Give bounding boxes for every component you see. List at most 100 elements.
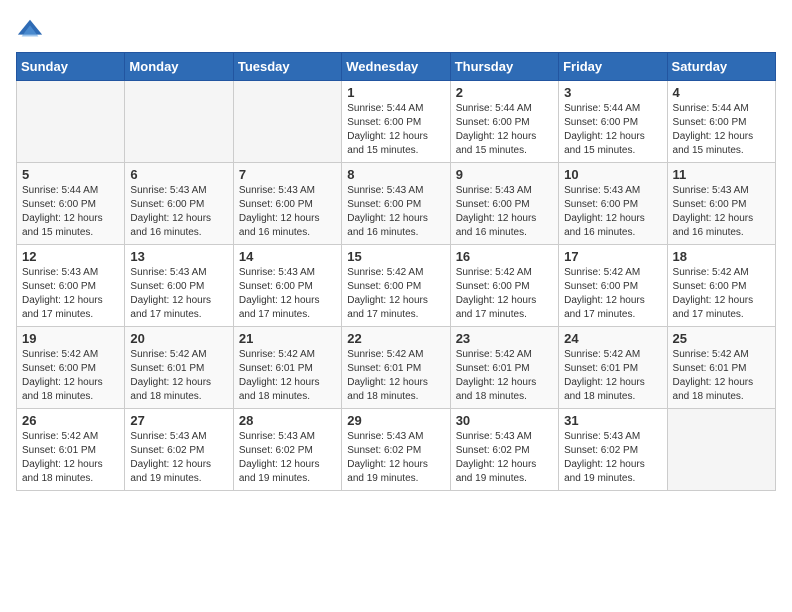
calendar-cell: 17 Sunrise: 5:42 AM Sunset: 6:00 PM Dayli… (559, 245, 667, 327)
day-number: 19 (22, 331, 119, 346)
calendar-cell: 5 Sunrise: 5:44 AM Sunset: 6:00 PM Daylig… (17, 163, 125, 245)
calendar-cell: 14 Sunrise: 5:43 AM Sunset: 6:00 PM Dayli… (233, 245, 341, 327)
day-number: 5 (22, 167, 119, 182)
day-info: Sunrise: 5:43 AM Sunset: 6:00 PM Dayligh… (239, 266, 336, 322)
calendar-cell: 13 Sunrise: 5:43 AM Sunset: 6:00 PM Dayli… (125, 245, 233, 327)
weekday-header-tuesday: Tuesday (233, 53, 341, 81)
day-info: Sunrise: 5:43 AM Sunset: 6:00 PM Dayligh… (347, 184, 444, 240)
calendar-cell: 20 Sunrise: 5:42 AM Sunset: 6:01 PM Dayli… (125, 327, 233, 409)
day-info: Sunrise: 5:42 AM Sunset: 6:01 PM Dayligh… (456, 348, 553, 404)
day-number: 23 (456, 331, 553, 346)
day-info: Sunrise: 5:43 AM Sunset: 6:00 PM Dayligh… (130, 184, 227, 240)
day-number: 26 (22, 413, 119, 428)
calendar-cell: 1Sunrise: 5:44 AM Sunset: 6:00 PM Daylig… (342, 81, 450, 163)
calendar-cell: 29 Sunrise: 5:43 AM Sunset: 6:02 PM Dayli… (342, 409, 450, 491)
day-number: 12 (22, 249, 119, 264)
calendar: SundayMondayTuesdayWednesdayThursdayFrid… (16, 52, 776, 491)
weekday-header-sunday: Sunday (17, 53, 125, 81)
calendar-cell: 25Sunrise: 5:42 AM Sunset: 6:01 PM Dayli… (667, 327, 775, 409)
day-info: Sunrise: 5:43 AM Sunset: 6:02 PM Dayligh… (130, 430, 227, 486)
weekday-header-row: SundayMondayTuesdayWednesdayThursdayFrid… (17, 53, 776, 81)
day-info: Sunrise: 5:44 AM Sunset: 6:00 PM Dayligh… (673, 102, 770, 158)
calendar-cell: 22Sunrise: 5:42 AM Sunset: 6:01 PM Dayli… (342, 327, 450, 409)
day-number: 16 (456, 249, 553, 264)
day-number: 10 (564, 167, 661, 182)
day-number: 14 (239, 249, 336, 264)
calendar-cell: 16 Sunrise: 5:42 AM Sunset: 6:00 PM Dayli… (450, 245, 558, 327)
calendar-cell: 30 Sunrise: 5:43 AM Sunset: 6:02 PM Dayli… (450, 409, 558, 491)
weekday-header-friday: Friday (559, 53, 667, 81)
day-info: Sunrise: 5:43 AM Sunset: 6:00 PM Dayligh… (456, 184, 553, 240)
day-number: 8 (347, 167, 444, 182)
day-info: Sunrise: 5:42 AM Sunset: 6:01 PM Dayligh… (22, 430, 119, 486)
day-number: 18 (673, 249, 770, 264)
day-info: Sunrise: 5:43 AM Sunset: 6:02 PM Dayligh… (456, 430, 553, 486)
day-number: 30 (456, 413, 553, 428)
day-info: Sunrise: 5:43 AM Sunset: 6:00 PM Dayligh… (239, 184, 336, 240)
calendar-cell: 21 Sunrise: 5:42 AM Sunset: 6:01 PM Dayli… (233, 327, 341, 409)
day-info: Sunrise: 5:42 AM Sunset: 6:01 PM Dayligh… (130, 348, 227, 404)
day-number: 13 (130, 249, 227, 264)
day-number: 9 (456, 167, 553, 182)
calendar-cell (667, 409, 775, 491)
day-info: Sunrise: 5:43 AM Sunset: 6:02 PM Dayligh… (564, 430, 661, 486)
day-number: 4 (673, 85, 770, 100)
calendar-cell: 2 Sunrise: 5:44 AM Sunset: 6:00 PM Daylig… (450, 81, 558, 163)
logo (16, 16, 48, 44)
day-info: Sunrise: 5:42 AM Sunset: 6:00 PM Dayligh… (456, 266, 553, 322)
day-number: 21 (239, 331, 336, 346)
calendar-week-2: 5 Sunrise: 5:44 AM Sunset: 6:00 PM Daylig… (17, 163, 776, 245)
day-info: Sunrise: 5:44 AM Sunset: 6:00 PM Dayligh… (22, 184, 119, 240)
calendar-cell: 6 Sunrise: 5:43 AM Sunset: 6:00 PM Daylig… (125, 163, 233, 245)
day-info: Sunrise: 5:44 AM Sunset: 6:00 PM Dayligh… (456, 102, 553, 158)
calendar-cell: 8 Sunrise: 5:43 AM Sunset: 6:00 PM Daylig… (342, 163, 450, 245)
day-info: Sunrise: 5:42 AM Sunset: 6:00 PM Dayligh… (22, 348, 119, 404)
calendar-cell: 19 Sunrise: 5:42 AM Sunset: 6:00 PM Dayli… (17, 327, 125, 409)
day-number: 20 (130, 331, 227, 346)
calendar-cell: 3Sunrise: 5:44 AM Sunset: 6:00 PM Daylig… (559, 81, 667, 163)
day-info: Sunrise: 5:43 AM Sunset: 6:02 PM Dayligh… (347, 430, 444, 486)
day-info: Sunrise: 5:42 AM Sunset: 6:01 PM Dayligh… (673, 348, 770, 404)
calendar-cell: 31Sunrise: 5:43 AM Sunset: 6:02 PM Dayli… (559, 409, 667, 491)
calendar-cell: 15 Sunrise: 5:42 AM Sunset: 6:00 PM Dayli… (342, 245, 450, 327)
day-info: Sunrise: 5:42 AM Sunset: 6:00 PM Dayligh… (673, 266, 770, 322)
calendar-cell: 26 Sunrise: 5:42 AM Sunset: 6:01 PM Dayli… (17, 409, 125, 491)
day-number: 2 (456, 85, 553, 100)
day-info: Sunrise: 5:43 AM Sunset: 6:00 PM Dayligh… (673, 184, 770, 240)
weekday-header-wednesday: Wednesday (342, 53, 450, 81)
weekday-header-monday: Monday (125, 53, 233, 81)
day-number: 6 (130, 167, 227, 182)
day-info: Sunrise: 5:42 AM Sunset: 6:01 PM Dayligh… (564, 348, 661, 404)
day-info: Sunrise: 5:43 AM Sunset: 6:00 PM Dayligh… (564, 184, 661, 240)
calendar-cell: 10 Sunrise: 5:43 AM Sunset: 6:00 PM Dayli… (559, 163, 667, 245)
calendar-cell: 24Sunrise: 5:42 AM Sunset: 6:01 PM Dayli… (559, 327, 667, 409)
day-number: 29 (347, 413, 444, 428)
calendar-week-3: 12 Sunrise: 5:43 AM Sunset: 6:00 PM Dayli… (17, 245, 776, 327)
day-info: Sunrise: 5:42 AM Sunset: 6:00 PM Dayligh… (564, 266, 661, 322)
calendar-cell (17, 81, 125, 163)
calendar-cell: 12 Sunrise: 5:43 AM Sunset: 6:00 PM Dayli… (17, 245, 125, 327)
day-info: Sunrise: 5:43 AM Sunset: 6:00 PM Dayligh… (22, 266, 119, 322)
day-number: 17 (564, 249, 661, 264)
day-info: Sunrise: 5:42 AM Sunset: 6:00 PM Dayligh… (347, 266, 444, 322)
day-number: 27 (130, 413, 227, 428)
day-info: Sunrise: 5:43 AM Sunset: 6:02 PM Dayligh… (239, 430, 336, 486)
day-number: 11 (673, 167, 770, 182)
day-info: Sunrise: 5:43 AM Sunset: 6:00 PM Dayligh… (130, 266, 227, 322)
calendar-cell: 28 Sunrise: 5:43 AM Sunset: 6:02 PM Dayli… (233, 409, 341, 491)
calendar-cell: 7 Sunrise: 5:43 AM Sunset: 6:00 PM Daylig… (233, 163, 341, 245)
day-info: Sunrise: 5:42 AM Sunset: 6:01 PM Dayligh… (239, 348, 336, 404)
calendar-cell: 4 Sunrise: 5:44 AM Sunset: 6:00 PM Daylig… (667, 81, 775, 163)
day-info: Sunrise: 5:44 AM Sunset: 6:00 PM Dayligh… (564, 102, 661, 158)
logo-icon (16, 16, 44, 44)
calendar-cell (125, 81, 233, 163)
day-number: 7 (239, 167, 336, 182)
day-number: 22 (347, 331, 444, 346)
day-number: 15 (347, 249, 444, 264)
weekday-header-saturday: Saturday (667, 53, 775, 81)
day-number: 28 (239, 413, 336, 428)
calendar-week-5: 26 Sunrise: 5:42 AM Sunset: 6:01 PM Dayli… (17, 409, 776, 491)
weekday-header-thursday: Thursday (450, 53, 558, 81)
header (16, 16, 776, 44)
calendar-cell: 27 Sunrise: 5:43 AM Sunset: 6:02 PM Dayli… (125, 409, 233, 491)
